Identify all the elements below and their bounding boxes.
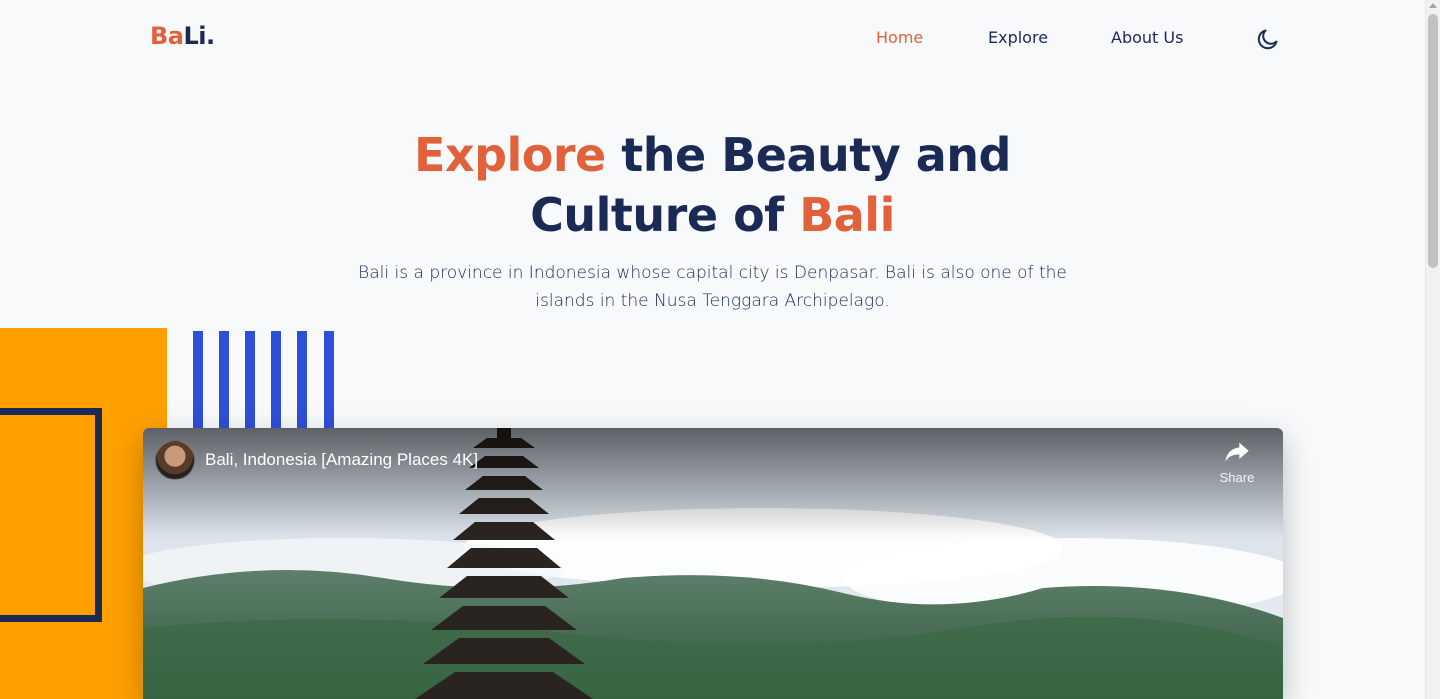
hero-title-line-1: Explore the Beauty and [0, 125, 1425, 185]
decor-navy-frame [0, 408, 102, 622]
hero-title-text-2: Culture of [530, 188, 784, 242]
video-player[interactable]: Bali, Indonesia [Amazing Places 4K] Shar… [143, 428, 1283, 699]
hero-title-accent-2: Bali [799, 188, 895, 242]
hero-title-text: the Beauty and [621, 128, 1011, 182]
hero-title-line-2: Culture of Bali [0, 185, 1425, 245]
decor-blue-stripes [193, 331, 334, 429]
logo-part-2: Li. [183, 22, 216, 50]
scrollbar-thumb[interactable] [1428, 14, 1438, 268]
nav-explore[interactable]: Explore [988, 28, 1048, 47]
video-header-shade [143, 428, 1283, 538]
hero-subtitle-line-1: Bali is a province in Indonesia whose ca… [358, 263, 1067, 283]
hero-title-accent: Explore [413, 128, 606, 182]
hero-subtitle-line-2: islands in the Nusa Tenggara Archipelago… [535, 291, 890, 311]
share-label: Share [1219, 470, 1255, 485]
page-scrollbar[interactable] [1425, 0, 1440, 699]
share-icon [1225, 442, 1249, 462]
nav-home[interactable]: Home [876, 28, 923, 47]
channel-avatar[interactable] [155, 440, 195, 480]
nav-about-us[interactable]: About Us [1111, 28, 1183, 47]
moon-icon[interactable] [1256, 27, 1280, 51]
scroll-up-icon[interactable] [1429, 3, 1437, 8]
logo[interactable]: BaLi. [150, 22, 215, 50]
video-title[interactable]: Bali, Indonesia [Amazing Places 4K] [205, 450, 478, 470]
logo-part-1: Ba [150, 22, 184, 50]
site-header: BaLi. Home Explore About Us [0, 0, 1425, 78]
share-button[interactable]: Share [1213, 440, 1261, 485]
